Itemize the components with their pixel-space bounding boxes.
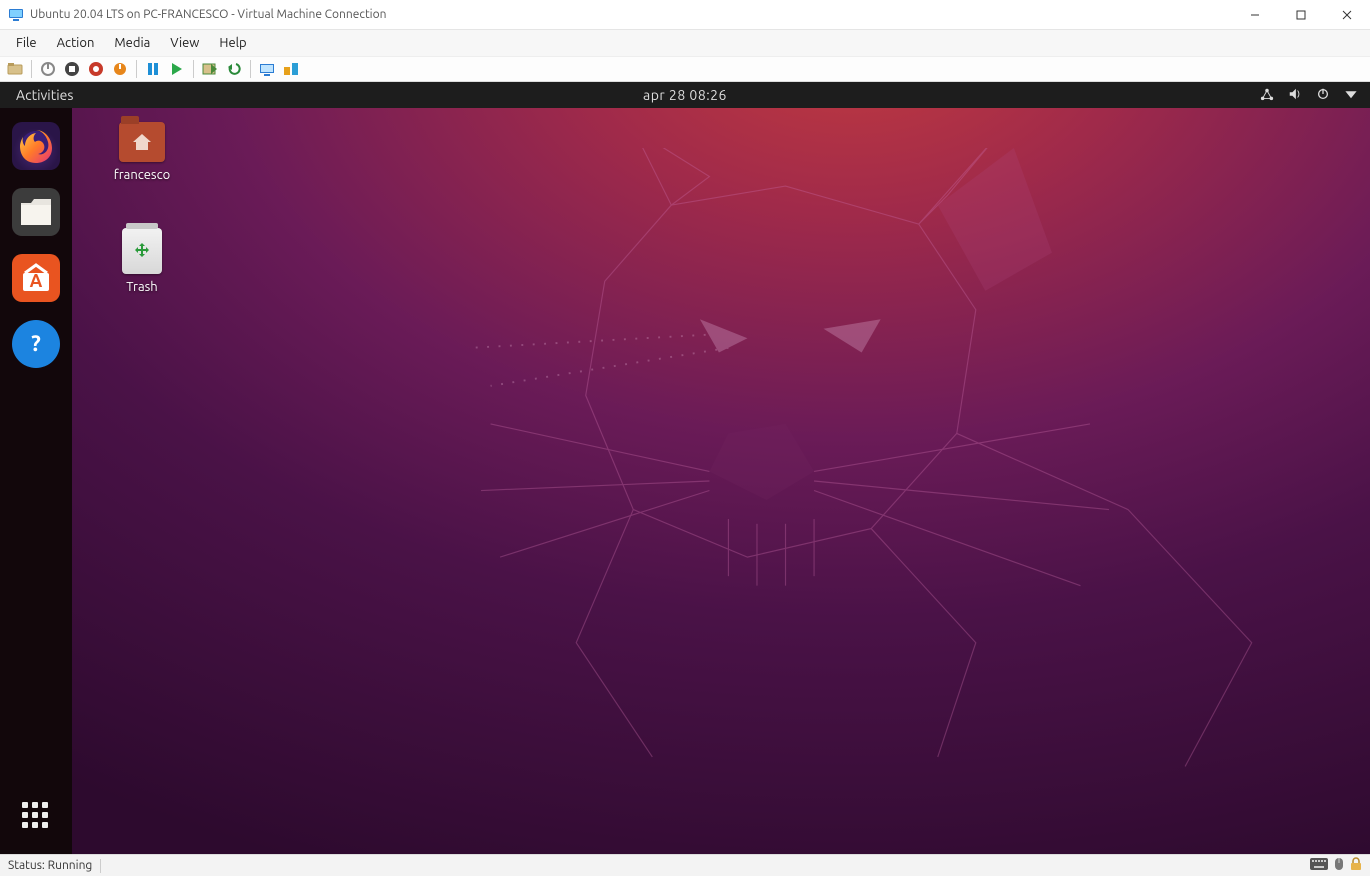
status-bar: Status: Running [0, 854, 1370, 876]
close-button[interactable] [1324, 0, 1370, 30]
network-icon[interactable] [1260, 87, 1274, 104]
clock-label[interactable]: apr 28 08:26 [643, 87, 727, 103]
menu-bar: File Action Media View Help [0, 30, 1370, 56]
shut-down-button[interactable] [61, 58, 83, 80]
wallpaper-art [242, 148, 1310, 814]
menu-view[interactable]: View [160, 32, 209, 54]
dock-app-help[interactable]: ? [12, 320, 60, 368]
maximize-button[interactable] [1278, 0, 1324, 30]
revert-button[interactable] [223, 58, 245, 80]
power-icon[interactable] [1316, 87, 1330, 104]
checkpoint-button[interactable] [199, 58, 221, 80]
enhanced-session-button[interactable] [256, 58, 278, 80]
vmconnect-icon [8, 7, 24, 23]
status-text: Status: Running [8, 859, 92, 872]
activities-button[interactable]: Activities [12, 87, 77, 103]
menu-file[interactable]: File [6, 32, 47, 54]
dock-app-software[interactable]: A [12, 254, 60, 302]
start-button[interactable] [166, 58, 188, 80]
sound-icon[interactable] [1288, 87, 1302, 104]
desktop-icon-home[interactable]: francesco [102, 122, 182, 182]
trash-icon [122, 228, 162, 274]
reset-button[interactable] [109, 58, 131, 80]
grid-icon [22, 802, 50, 830]
dock-app-files[interactable] [12, 188, 60, 236]
show-apps-button[interactable] [22, 802, 50, 830]
menu-help[interactable]: Help [209, 32, 256, 54]
toolbar [0, 56, 1370, 82]
desktop-icon-label: francesco [114, 168, 170, 182]
menu-media[interactable]: Media [104, 32, 160, 54]
minimize-button[interactable] [1232, 0, 1278, 30]
ubuntu-desktop[interactable]: francesco Trash [72, 108, 1370, 854]
gnome-panel: Activities apr 28 08:26 [0, 82, 1370, 108]
vm-viewport[interactable]: Activities apr 28 08:26 A ? [0, 82, 1370, 854]
mouse-icon [1334, 857, 1344, 874]
svg-text:?: ? [31, 331, 41, 356]
dock-app-firefox[interactable] [12, 122, 60, 170]
save-button[interactable] [85, 58, 107, 80]
chevron-down-icon[interactable] [1344, 87, 1358, 104]
pause-button[interactable] [142, 58, 164, 80]
turn-off-button[interactable] [37, 58, 59, 80]
ctrl-alt-del-button[interactable] [4, 58, 26, 80]
folder-icon [119, 122, 165, 162]
keyboard-icon [1310, 858, 1328, 873]
share-button[interactable] [280, 58, 302, 80]
system-tray[interactable] [1260, 87, 1370, 104]
window-titlebar: Ubuntu 20.04 LTS on PC-FRANCESCO - Virtu… [0, 0, 1370, 30]
window-title: Ubuntu 20.04 LTS on PC-FRANCESCO - Virtu… [30, 8, 386, 21]
desktop-icon-label: Trash [126, 280, 157, 294]
lock-icon [1350, 857, 1362, 874]
menu-action[interactable]: Action [47, 32, 105, 54]
svg-text:A: A [30, 271, 43, 291]
ubuntu-dock: A ? [0, 108, 72, 854]
desktop-icon-trash[interactable]: Trash [102, 228, 182, 294]
